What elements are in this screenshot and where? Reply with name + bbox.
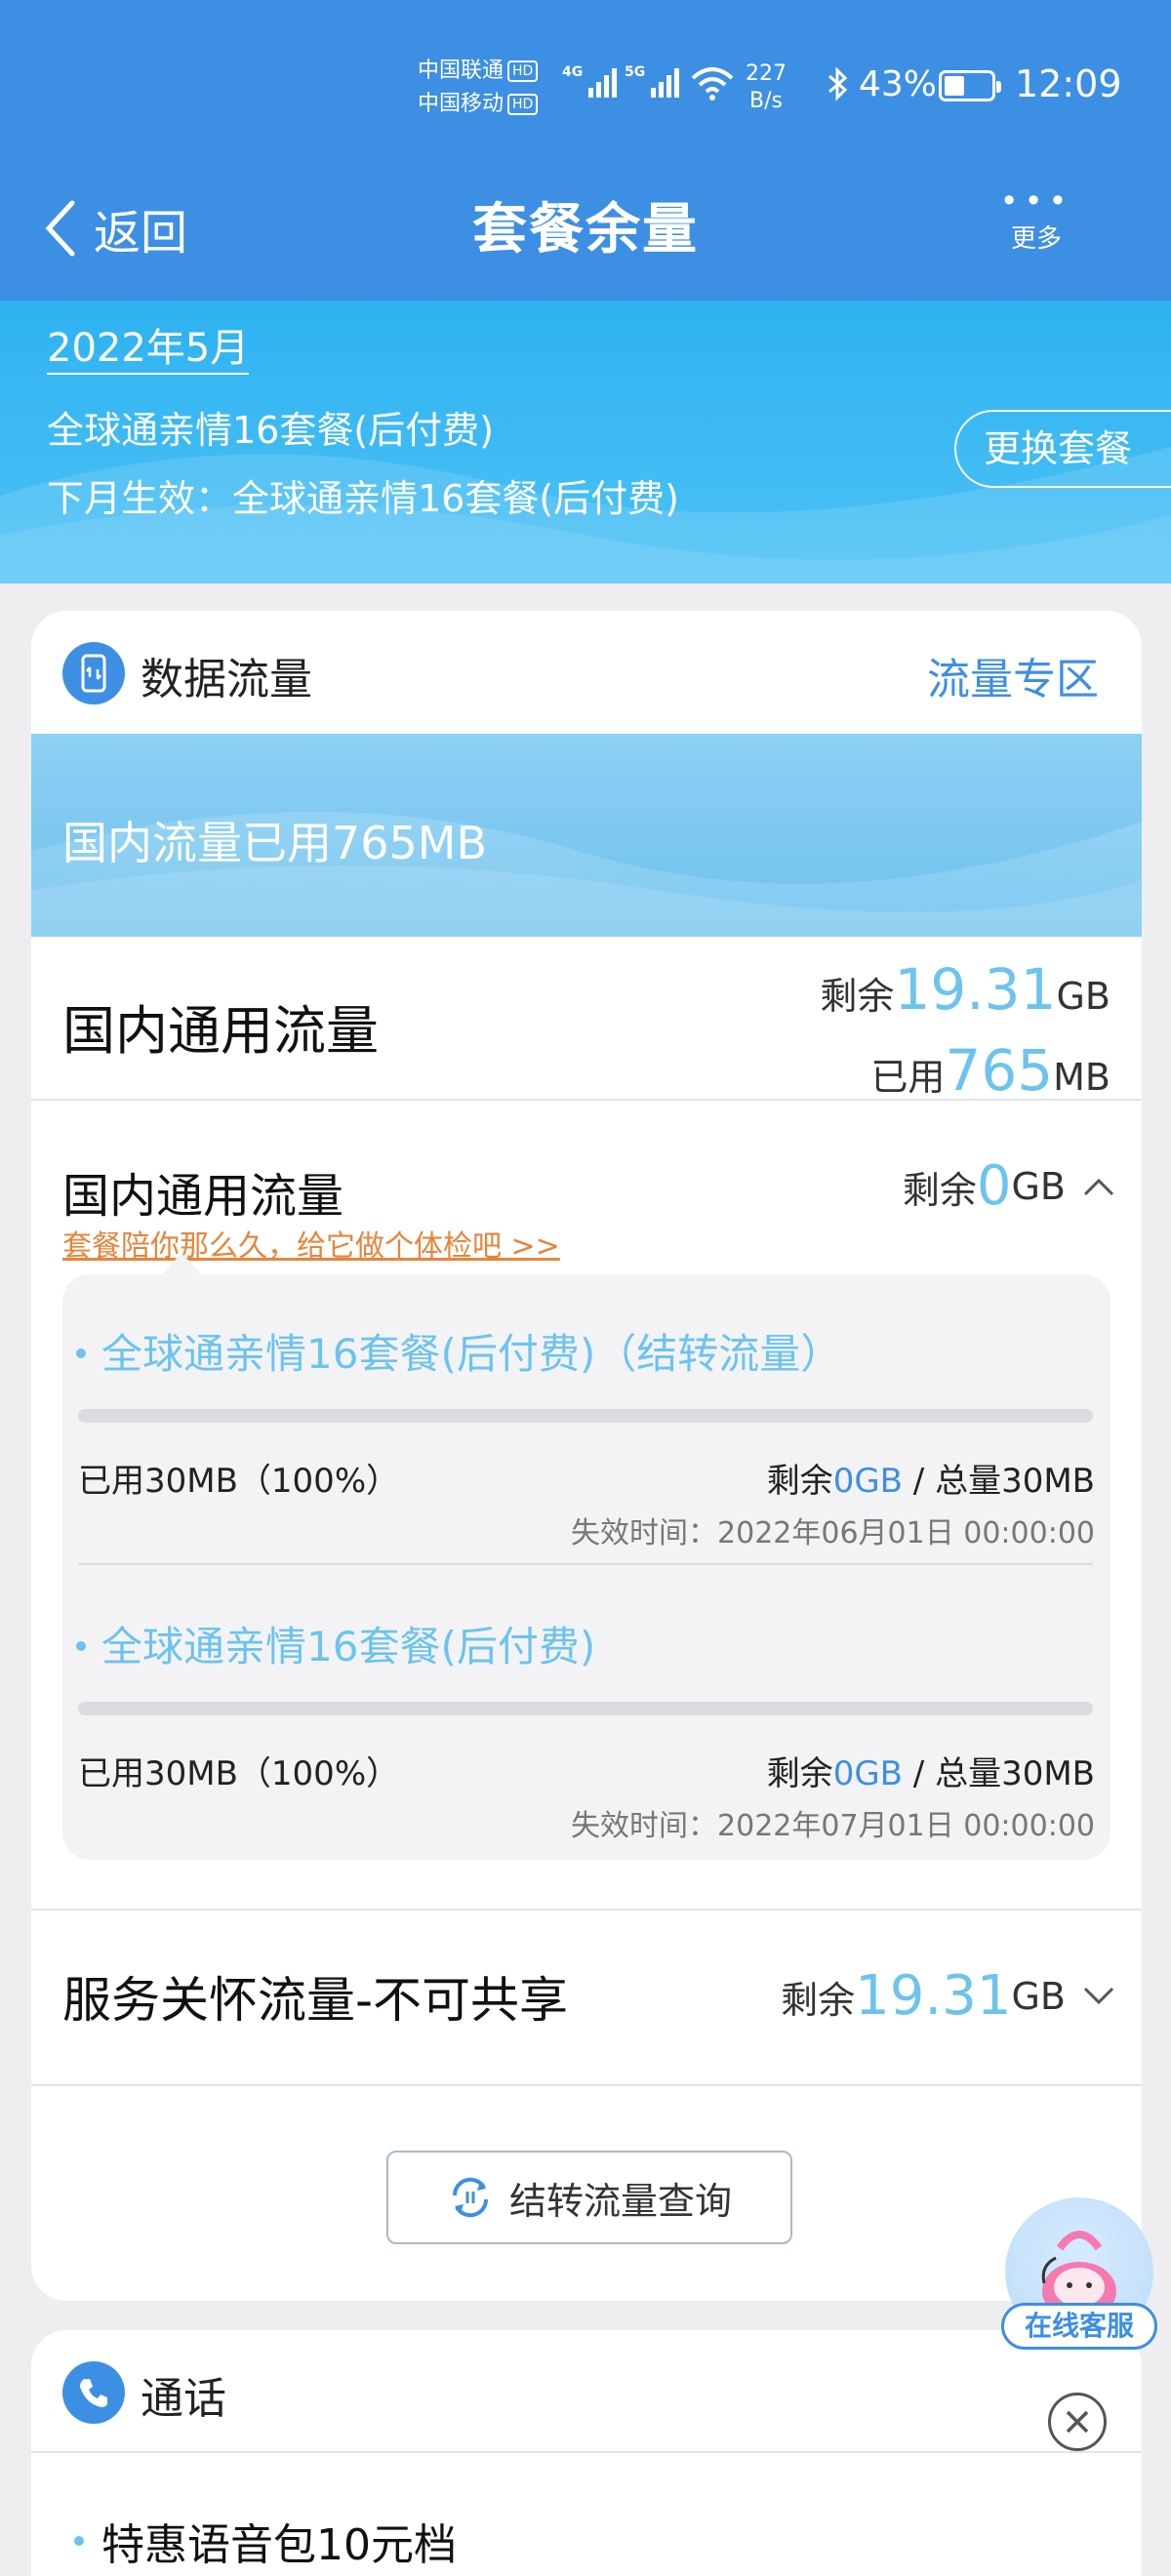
more-dots-icon: ••• — [999, 182, 1073, 220]
navbar: 返回 套餐余量 ••• 更多 — [0, 166, 1171, 301]
used-banner: 国内流量已用765MB — [31, 734, 1142, 937]
rollover-query-button[interactable]: 结转流量查询 — [386, 2151, 792, 2244]
remain-prefix: 剩余 — [781, 1978, 856, 2022]
used-prefix: 已用 — [870, 1056, 946, 1099]
close-icon[interactable] — [1048, 2393, 1107, 2451]
checkup-link[interactable]: 套餐陪你那么久，给它做个体检吧 >> — [62, 1222, 560, 1265]
package-used: 已用30MB（100%） — [78, 1462, 400, 1501]
package-name: 全球通亲情16套餐(后付费)（结转流量） — [76, 1321, 841, 1381]
page-title: 套餐余量 — [472, 198, 699, 262]
divider — [78, 1563, 1093, 1565]
package-list: 全球通亲情16套餐(后付费)（结转流量） 已用30MB（100%） 剩余0GB … — [62, 1253, 1110, 1860]
care-data-row[interactable]: 服务关怀流量-不可共享 剩余 19.31 GB — [31, 1911, 1142, 2086]
general-data-row[interactable]: 国内通用流量 剩余19.31GB 已用765MB — [31, 937, 1142, 1101]
plan-banner: 2022年5月 全球通亲情16套餐(后付费) 下月生效：全球通亲情16套餐(后付… — [0, 301, 1171, 584]
package-used: 已用30MB（100%） — [78, 1754, 400, 1793]
usage-progress-bar — [78, 1702, 1093, 1715]
used-value: 765 — [945, 1037, 1054, 1104]
divider — [31, 2451, 1142, 2453]
phone-icon — [62, 2361, 125, 2424]
bluetooth-icon — [826, 66, 851, 105]
header-area: 中国联通 HD 中国移动 HD 4G 5G 227 B/s 43% 12:09 返回 — [0, 0, 1171, 301]
more-button[interactable]: ••• 更多 — [997, 183, 1075, 255]
remain-unit: GB — [1011, 1165, 1066, 1208]
battery-percent: 43% — [859, 64, 938, 104]
plan-next-month: 下月生效：全球通亲情16套餐(后付费) — [47, 477, 680, 520]
remain-value: 19.31 — [855, 1964, 1012, 2028]
net-type-label: 4G — [562, 64, 584, 80]
chevron-down-icon — [1083, 1987, 1114, 2005]
chevron-up-icon — [1083, 1178, 1114, 1196]
package-remain: 剩余0GB / 总量30MB — [766, 1754, 1095, 1793]
hd-badge: HD — [507, 60, 539, 82]
care-remain-toggle[interactable]: 剩余 19.31 GB — [781, 1967, 1114, 2026]
call-item[interactable]: 特惠语音包10元档 — [74, 2510, 457, 2572]
bullet-icon — [74, 2536, 84, 2546]
call-card: 通话 特惠语音包10元档 — [31, 2330, 1142, 2576]
data-zone-link[interactable]: 流量专区 — [927, 644, 1099, 706]
call-card-title: 通话 — [141, 2374, 226, 2424]
net-type-label: 5G — [625, 64, 646, 80]
carrier2: 中国移动 — [418, 92, 505, 116]
data-card-header: 数据流量 流量专区 — [31, 611, 1142, 734]
phone-data-icon — [62, 642, 125, 704]
care-data-label: 服务关怀流量-不可共享 — [62, 1972, 569, 2029]
general-data-values: 剩余19.31GB 已用765MB — [820, 960, 1110, 1114]
clock: 12:09 — [1015, 62, 1122, 105]
refresh-icon — [452, 2177, 488, 2218]
battery-icon — [939, 70, 1001, 101]
remain-unit: GB — [1011, 1975, 1066, 2018]
remain-value: 0 — [976, 1154, 1012, 1218]
package-remain: 剩余0GB / 总量30MB — [766, 1462, 1095, 1501]
hd-badge: HD — [507, 94, 539, 115]
remain-prefix: 剩余 — [902, 1168, 977, 1212]
net-speed-unit: B/s — [749, 89, 783, 113]
carrier-info: 中国联通 HD 中国移动 HD — [418, 55, 539, 121]
package-expire: 失效时间：2022年07月01日 00:00:00 — [571, 1809, 1095, 1843]
customer-service-button[interactable]: 在线客服 — [1001, 2197, 1157, 2354]
signal-icon-2: 5G — [625, 64, 683, 103]
usage-progress-bar — [78, 1409, 1093, 1423]
package-expire: 失效时间：2022年06月01日 00:00:00 — [571, 1516, 1095, 1550]
signal-icon: 4G — [562, 64, 621, 103]
plan-name: 全球通亲情16套餐(后付费) — [47, 409, 495, 452]
change-plan-button[interactable]: 更换套餐 — [954, 410, 1171, 488]
remain-unit: GB — [1056, 975, 1110, 1018]
more-label: 更多 — [1010, 224, 1062, 254]
net-speed-value: 227 — [746, 61, 787, 86]
pointer-notch — [160, 1253, 203, 1276]
wifi-icon — [691, 66, 734, 105]
rollover-query-label: 结转流量查询 — [508, 2179, 732, 2223]
status-bar: 中国联通 HD 中国移动 HD 4G 5G 227 B/s 43% 12:09 — [0, 0, 1171, 166]
carrier1: 中国联通 — [418, 59, 505, 83]
call-card-header: 通话 — [31, 2330, 1142, 2453]
used-banner-text: 国内流量已用765MB — [62, 817, 488, 869]
package-name: 全球通亲情16套餐(后付费) — [76, 1614, 595, 1673]
data-card: 数据流量 流量专区 国内流量已用765MB 国内通用流量 剩余19.31GB 已… — [31, 611, 1142, 2301]
remain-value: 19.31 — [894, 956, 1057, 1023]
call-item-label: 特惠语音包10元档 — [101, 2520, 457, 2570]
remain-prefix: 剩余 — [820, 975, 895, 1018]
customer-service-label: 在线客服 — [1001, 2303, 1157, 2350]
general-data-label-2: 国内通用流量 — [62, 1169, 344, 1224]
general-remain-toggle[interactable]: 剩余 0 GB — [903, 1157, 1114, 1216]
data-card-title: 数据流量 — [141, 655, 312, 704]
net-speed: 227 B/s — [746, 60, 787, 115]
used-unit: MB — [1053, 1056, 1110, 1099]
general-data-label: 国内通用流量 — [62, 1000, 379, 1062]
plan-month[interactable]: 2022年5月 — [47, 324, 250, 375]
general-data-expanded: 国内通用流量 套餐陪你那么久，给它做个体检吧 >> 剩余 0 GB 全球通亲情1… — [31, 1101, 1142, 1911]
